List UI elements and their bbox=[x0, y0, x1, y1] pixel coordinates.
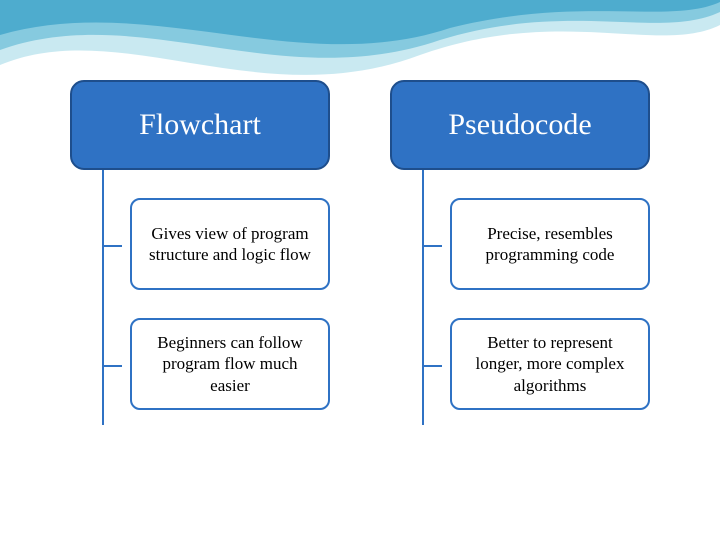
children-flowchart: Gives view of program structure and logi… bbox=[70, 198, 330, 410]
header-pseudocode: Pseudocode bbox=[390, 80, 650, 170]
child-text: Precise, resembles programming code bbox=[462, 223, 638, 266]
connector-elbow bbox=[422, 365, 442, 367]
child-box: Better to represent longer, more complex… bbox=[450, 318, 650, 410]
connector-elbow bbox=[102, 365, 122, 367]
header-pseudocode-label: Pseudocode bbox=[448, 108, 591, 142]
connector-elbow bbox=[102, 245, 122, 247]
connector-elbow bbox=[422, 245, 442, 247]
child-text: Beginners can follow program flow much e… bbox=[142, 332, 318, 396]
connector-trunk bbox=[102, 170, 104, 425]
connector-trunk bbox=[422, 170, 424, 425]
header-flowchart-label: Flowchart bbox=[139, 108, 261, 142]
column-pseudocode: Pseudocode Precise, resembles programmin… bbox=[380, 80, 660, 410]
header-flowchart: Flowchart bbox=[70, 80, 330, 170]
child-box: Beginners can follow program flow much e… bbox=[130, 318, 330, 410]
diagram-container: Flowchart Gives view of program structur… bbox=[0, 80, 720, 410]
child-box: Precise, resembles programming code bbox=[450, 198, 650, 290]
column-flowchart: Flowchart Gives view of program structur… bbox=[60, 80, 340, 410]
child-box: Gives view of program structure and logi… bbox=[130, 198, 330, 290]
children-pseudocode: Precise, resembles programming code Bett… bbox=[390, 198, 650, 410]
child-text: Better to represent longer, more complex… bbox=[462, 332, 638, 396]
child-text: Gives view of program structure and logi… bbox=[142, 223, 318, 266]
